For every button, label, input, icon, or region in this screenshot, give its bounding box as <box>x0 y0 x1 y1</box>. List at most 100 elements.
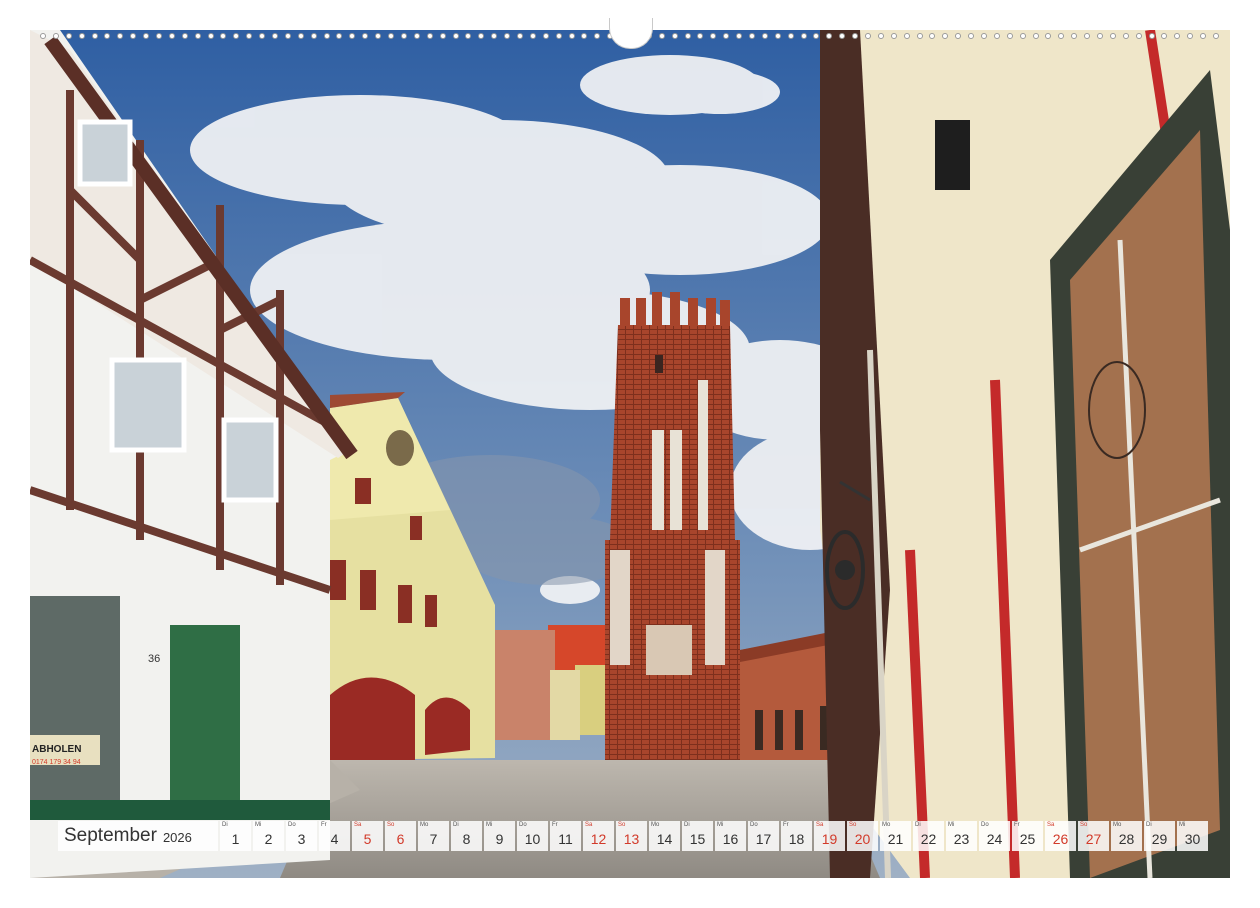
binding-ring <box>336 33 343 39</box>
binding-ring <box>839 33 846 39</box>
year: 2026 <box>162 830 192 845</box>
day-cell: Di 1 <box>220 821 251 851</box>
day-number: 4 <box>330 831 339 847</box>
binding-ring <box>284 33 291 39</box>
binding-ring <box>233 33 240 39</box>
day-number: 12 <box>590 831 607 847</box>
day-number: 5 <box>363 831 372 847</box>
day-cell: Fr 11 <box>550 821 581 851</box>
day-number: 2 <box>264 831 273 847</box>
binding-ring <box>1006 33 1013 39</box>
day-number: 30 <box>1184 831 1201 847</box>
weekday-label: Fr <box>552 822 558 828</box>
binding-ring <box>748 33 755 39</box>
weekday-label: Mi <box>717 822 724 828</box>
weekday-label: Do <box>981 822 989 828</box>
binding-ring <box>671 33 678 39</box>
binding-ring <box>1097 33 1104 39</box>
binding-ring <box>1019 33 1026 39</box>
binding-ring <box>168 33 175 39</box>
weekday-label: Mo <box>651 822 660 828</box>
binding-ring <box>993 33 1000 39</box>
day-number: 13 <box>623 831 640 847</box>
binding-ring <box>916 33 923 39</box>
day-cell: Di 15 <box>682 821 713 851</box>
binding-ring <box>478 33 485 39</box>
binding-ring <box>1135 33 1142 39</box>
day-number: 9 <box>495 831 504 847</box>
binding-ring <box>542 33 549 39</box>
binding-ring <box>929 33 936 39</box>
binding-ring <box>942 33 949 39</box>
day-number: 22 <box>920 831 937 847</box>
weekday-label: So <box>1080 822 1088 828</box>
binding-ring <box>1174 33 1181 39</box>
weekday-label: Mi <box>255 822 262 828</box>
binding-ring <box>710 33 717 39</box>
street-scene-illustration: 36 ABHOLEN 0174 179 34 94 <box>30 30 1230 878</box>
binding-ring <box>400 33 407 39</box>
day-number: 1 <box>231 831 240 847</box>
day-number: 17 <box>755 831 772 847</box>
day-cell: Do 10 <box>517 821 548 851</box>
day-cell: Fr 18 <box>781 821 812 851</box>
weekday-label: Fr <box>1014 822 1020 828</box>
day-cell: Fr 25 <box>1012 821 1043 851</box>
day-number: 11 <box>558 831 573 847</box>
weekday-label: Fr <box>783 822 789 828</box>
day-number: 19 <box>821 831 838 847</box>
binding-ring <box>388 33 395 39</box>
binding-ring <box>555 33 562 39</box>
weekday-label: Di <box>222 822 228 828</box>
day-number: 14 <box>656 831 673 847</box>
binding-ring <box>903 33 910 39</box>
day-number: 3 <box>297 831 306 847</box>
day-number: 7 <box>429 831 438 847</box>
binding-ring <box>826 33 833 39</box>
binding-ring <box>349 33 356 39</box>
weekday-label: Sa <box>816 822 824 828</box>
binding-ring <box>568 33 575 39</box>
binding-ring <box>761 33 768 39</box>
binding-ring <box>297 33 304 39</box>
binding-ring <box>439 33 446 39</box>
day-number: 16 <box>722 831 739 847</box>
binding-ring <box>207 33 214 39</box>
day-number: 6 <box>396 831 405 847</box>
day-number: 24 <box>986 831 1003 847</box>
day-number: 25 <box>1019 831 1036 847</box>
weekday-label: Mo <box>1113 822 1122 828</box>
weekday-label: Mo <box>882 822 891 828</box>
weekday-label: Sa <box>1047 822 1055 828</box>
month-name: September <box>64 825 157 846</box>
weekday-label: So <box>618 822 626 828</box>
binding-ring <box>246 33 253 39</box>
day-number: 29 <box>1151 831 1168 847</box>
day-cell: Mi 16 <box>715 821 746 851</box>
binding-ring <box>684 33 691 39</box>
binding-ring <box>1200 33 1207 39</box>
binding-ring <box>143 33 150 39</box>
binding-ring <box>1045 33 1052 39</box>
binding-ring <box>181 33 188 39</box>
binding-ring <box>194 33 201 39</box>
weekday-label: Mi <box>486 822 493 828</box>
day-number: 26 <box>1052 831 1069 847</box>
day-number: 8 <box>462 831 471 847</box>
calendar-page: 36 ABHOLEN 0174 179 34 94 September 2026… <box>0 0 1260 908</box>
day-cell: Do 17 <box>748 821 779 851</box>
house-number: 36 <box>148 653 160 665</box>
day-number: 15 <box>689 831 706 847</box>
right-facade <box>820 30 1230 878</box>
day-cell: Do 3 <box>286 821 317 851</box>
weekday-label: Di <box>453 822 459 828</box>
binding-ring <box>1213 33 1220 39</box>
binding-ring <box>117 33 124 39</box>
day-cell: So 27 <box>1078 821 1109 851</box>
day-cell: So 13 <box>616 821 647 851</box>
weekday-label: Mi <box>1179 822 1186 828</box>
binding-ring <box>272 33 279 39</box>
binding-ring <box>465 33 472 39</box>
binding-ring <box>877 33 884 39</box>
binding-ring <box>1109 33 1116 39</box>
